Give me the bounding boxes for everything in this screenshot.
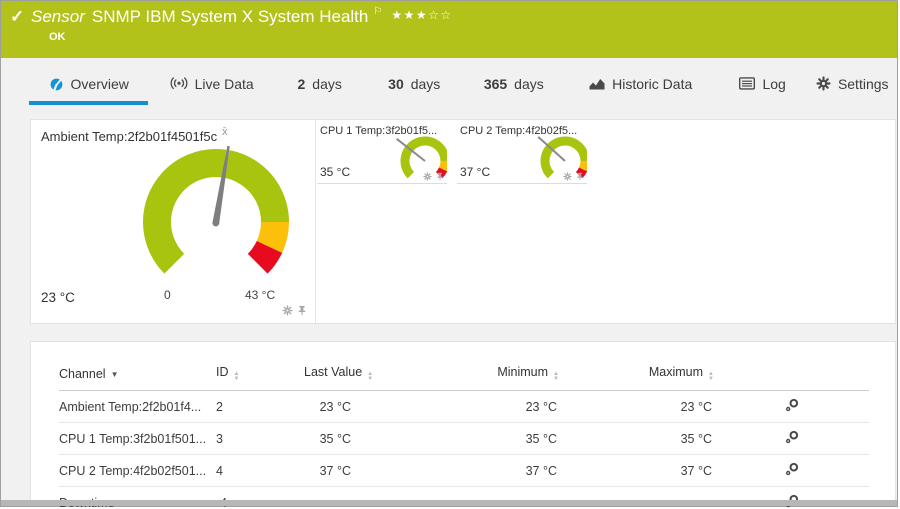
gauge-scale-max: 43 °C	[245, 288, 275, 302]
channel-id: 3	[216, 423, 304, 455]
sort-icon: ▲▼	[708, 372, 714, 382]
gauges-panel: Ambient Temp:2f2b01f4501f5c x̄ 0 43 °C 2…	[30, 119, 896, 324]
pin-icon[interactable]	[436, 172, 444, 181]
gear-icon[interactable]	[282, 305, 293, 316]
gauge-value: 35 °C	[320, 165, 350, 179]
tab-label: Historic Data	[612, 76, 692, 92]
area-chart-icon	[589, 77, 605, 90]
gauge-scale-min: 0	[164, 288, 171, 302]
mean-marker: x̄	[222, 126, 228, 138]
gauge-tile-cpu1[interactable]: CPU 1 Temp:3f2b01f5... 35 °C	[317, 120, 447, 184]
tile-controls	[423, 172, 444, 181]
channel-name[interactable]: CPU 1 Temp:3f2b01f501...	[59, 423, 216, 455]
channel-name[interactable]: Ambient Temp:2f2b01f4...	[59, 391, 216, 423]
tab-label: days	[312, 76, 342, 92]
window-bottom-edge	[1, 500, 897, 506]
channel-settings-icon[interactable]	[784, 398, 800, 413]
pin-icon[interactable]	[297, 305, 307, 316]
tab-number: 30	[388, 76, 404, 92]
tab-label: Live Data	[195, 76, 254, 92]
channel-id: 4	[216, 455, 304, 487]
column-header-id[interactable]: ID▲▼	[216, 360, 304, 391]
table-row[interactable]: Ambient Temp:2f2b01f4... 2 23 °C 23 °C 2…	[59, 391, 869, 423]
tab-number: 365	[484, 76, 507, 92]
sensor-type-label: Sensor	[31, 7, 85, 26]
sensor-title-line: Sensor SNMP IBM System X System Health ⚐ ★★…	[31, 6, 453, 27]
column-header-channel[interactable]: Channel▼	[59, 360, 216, 391]
channel-last-value: 37 °C	[304, 455, 424, 487]
channel-table: Channel▼ ID▲▼ Last Value▲▼ Minimum▲▼ Max…	[59, 360, 869, 509]
channel-settings-icon[interactable]	[784, 430, 800, 445]
sensor-status-header: ✓ Sensor SNMP IBM System X System Health ⚐…	[1, 1, 897, 58]
status-badge: OK	[49, 31, 66, 43]
table-header-row: Channel▼ ID▲▼ Last Value▲▼ Minimum▲▼ Max…	[59, 360, 869, 391]
column-header-minimum[interactable]: Minimum▲▼	[424, 360, 559, 391]
tab-log[interactable]: Log	[718, 58, 808, 109]
gauge-icon	[49, 76, 64, 92]
tab-365-days[interactable]: 365 days	[464, 58, 564, 109]
tile-controls	[563, 172, 584, 181]
tile-controls	[282, 305, 307, 316]
sort-desc-icon: ▼	[111, 370, 119, 379]
tab-live-data[interactable]: Live Data	[148, 58, 274, 109]
channel-last-value: 23 °C	[304, 391, 424, 423]
log-list-icon	[739, 77, 755, 90]
tab-overview[interactable]: Overview	[29, 58, 148, 109]
channel-maximum: 35 °C	[559, 423, 714, 455]
tab-settings[interactable]: Settings	[807, 58, 897, 109]
gauge-title: CPU 2 Temp:4f2b02f5...	[460, 125, 577, 137]
gear-icon[interactable]	[423, 172, 432, 181]
tab-label: Settings	[838, 76, 889, 92]
small-gauge-tiles: CPU 1 Temp:3f2b01f5... 35 °C	[317, 120, 597, 184]
sort-icon: ▲▼	[367, 372, 373, 382]
pin-icon[interactable]	[576, 172, 584, 181]
channel-last-value: 35 °C	[304, 423, 424, 455]
tab-bar: Overview Live Data 2 days 30 days 365 da…	[1, 58, 897, 109]
table-row[interactable]: CPU 2 Temp:4f2b02f501... 4 37 °C 37 °C 3…	[59, 455, 869, 487]
priority-stars[interactable]: ★★★☆☆	[391, 8, 452, 22]
status-check-icon: ✓	[10, 7, 24, 27]
tab-label: Log	[762, 76, 785, 92]
gauge-tile-ambient[interactable]: Ambient Temp:2f2b01f4501f5c x̄ 0 43 °C 2…	[31, 120, 316, 323]
prtg-sensor-page: ✓ Sensor SNMP IBM System X System Health ⚐…	[0, 0, 898, 507]
table-row[interactable]: CPU 1 Temp:3f2b01f501... 3 35 °C 35 °C 3…	[59, 423, 869, 455]
channel-minimum: 37 °C	[424, 455, 559, 487]
column-header-maximum[interactable]: Maximum▲▼	[559, 360, 714, 391]
tab-label: days	[411, 76, 441, 92]
gauge-value: 23 °C	[41, 290, 75, 305]
gauge-value: 37 °C	[460, 165, 490, 179]
column-header-last-value[interactable]: Last Value▲▼	[304, 360, 424, 391]
flag-icon[interactable]: ⚐	[373, 6, 382, 17]
channel-name[interactable]: CPU 2 Temp:4f2b02f501...	[59, 455, 216, 487]
channel-minimum: 23 °C	[424, 391, 559, 423]
sort-icon: ▲▼	[234, 372, 240, 382]
channel-maximum: 37 °C	[559, 455, 714, 487]
channel-minimum: 35 °C	[424, 423, 559, 455]
tab-label: Overview	[71, 76, 129, 92]
column-header-actions	[714, 360, 869, 391]
gear-icon[interactable]	[563, 172, 572, 181]
channel-maximum: 23 °C	[559, 391, 714, 423]
broadcast-icon	[170, 77, 188, 90]
gauge-title: CPU 1 Temp:3f2b01f5...	[320, 125, 437, 137]
channels-panel: Channel▼ ID▲▼ Last Value▲▼ Minimum▲▼ Max…	[30, 341, 896, 502]
channel-id: 2	[216, 391, 304, 423]
channel-settings-icon[interactable]	[784, 462, 800, 477]
tab-number: 2	[297, 76, 305, 92]
page-title: SNMP IBM System X System Health	[92, 7, 368, 26]
tab-historic-data[interactable]: Historic Data	[564, 58, 718, 109]
sort-icon: ▲▼	[553, 372, 559, 382]
gear-icon	[816, 76, 831, 91]
tab-label: days	[514, 76, 544, 92]
tab-30-days[interactable]: 30 days	[364, 58, 464, 109]
tab-2-days[interactable]: 2 days	[275, 58, 365, 109]
gauge-tile-cpu2[interactable]: CPU 2 Temp:4f2b02f5... 37 °C	[457, 120, 587, 184]
